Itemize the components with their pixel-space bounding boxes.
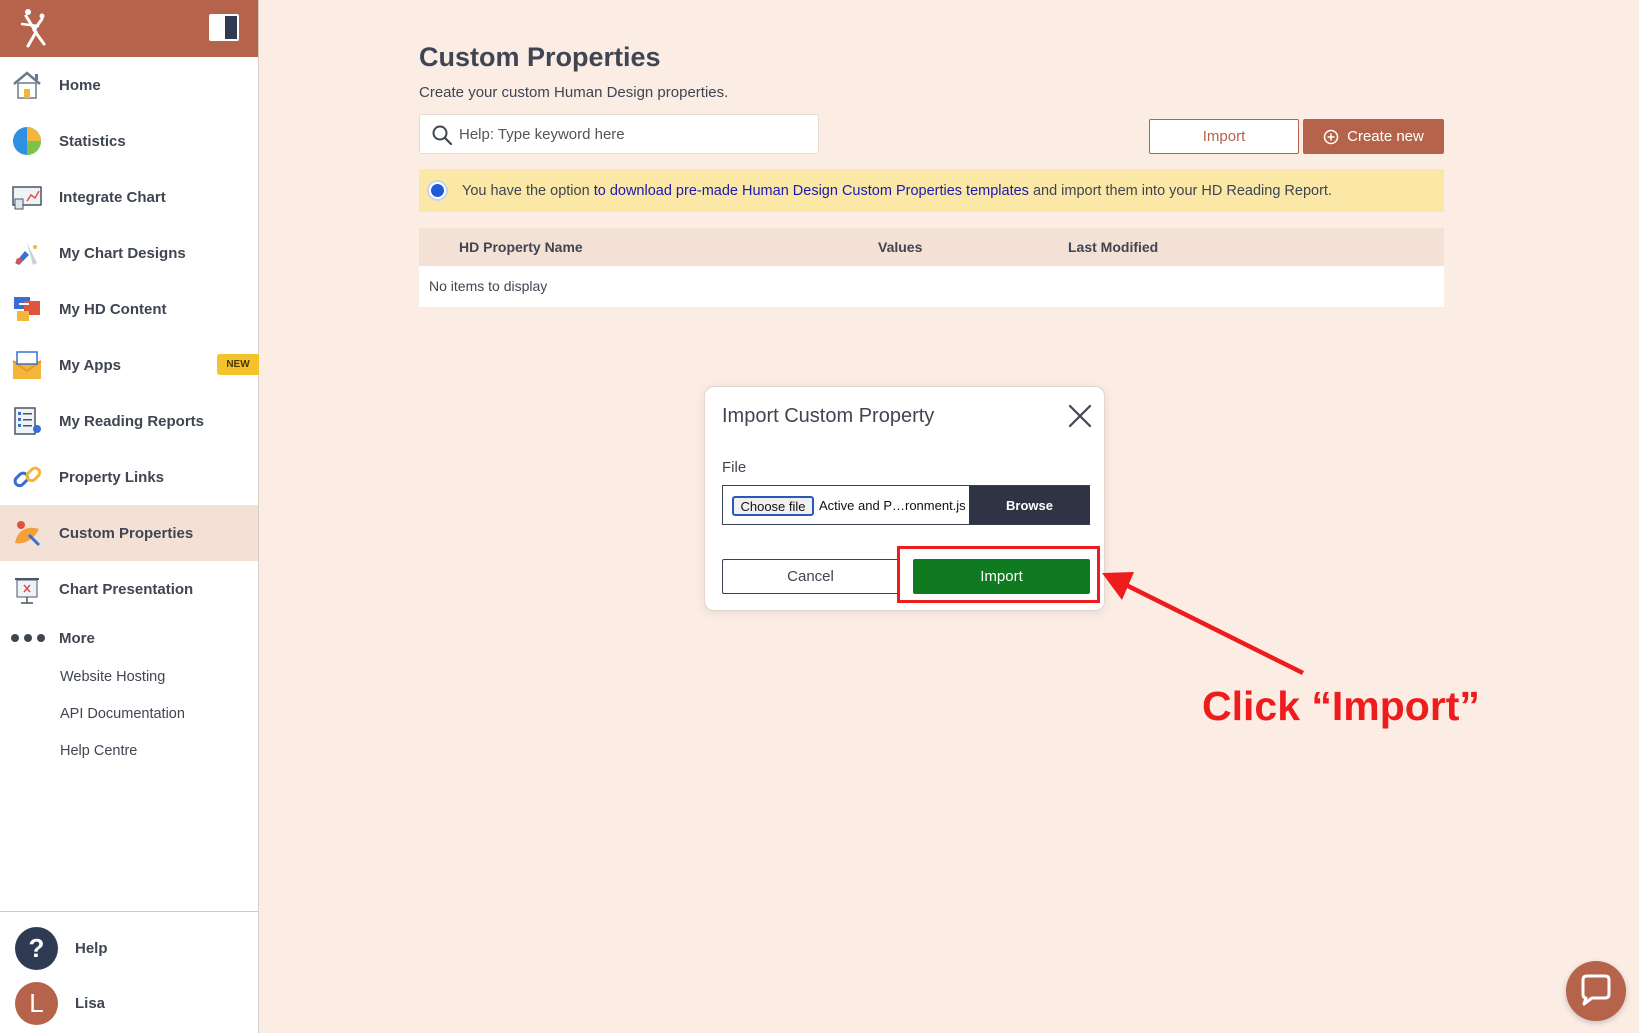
- sidebar-item-my-chart-designs[interactable]: My Chart Designs: [0, 225, 258, 281]
- sidebar-subitem-help-centre[interactable]: Help Centre: [60, 743, 137, 759]
- sidebar-item-label: Property Links: [59, 468, 165, 486]
- annotation-highlight-box: [897, 546, 1100, 603]
- envelope-apps-icon: [12, 351, 42, 379]
- chain-link-icon: [13, 466, 42, 488]
- templates-download-link[interactable]: to download pre-made Human Design Custom…: [594, 183, 1029, 199]
- sidebar-item-help[interactable]: ? Help: [0, 923, 258, 973]
- sidebar-item-label: My Reading Reports: [59, 412, 205, 430]
- home-icon: [13, 71, 41, 99]
- sidebar-item-home[interactable]: Home: [0, 57, 258, 113]
- sidebar-item-my-apps[interactable]: My Apps NEW: [0, 337, 259, 393]
- table-body: No items to display: [419, 266, 1444, 307]
- sidebar-item-my-hd-content[interactable]: My HD Content: [0, 281, 258, 337]
- sidebar-item-label: Custom Properties: [59, 524, 194, 542]
- column-header-property-name[interactable]: HD Property Name: [459, 239, 583, 255]
- sidebar-toggle-button[interactable]: [209, 14, 239, 41]
- column-header-values[interactable]: Values: [878, 239, 922, 255]
- sidebar-item-label: My Chart Designs: [59, 244, 186, 262]
- cancel-button[interactable]: Cancel: [722, 559, 899, 594]
- sidebar-item-label: My HD Content: [59, 300, 167, 318]
- search-input[interactable]: [459, 115, 809, 153]
- app-logo-icon[interactable]: [14, 6, 54, 50]
- create-new-button[interactable]: Create new: [1303, 119, 1444, 154]
- empty-table-message: No items to display: [429, 278, 548, 294]
- sidebar-item-label: Help: [75, 939, 108, 957]
- sidebar-item-label: Integrate Chart: [59, 188, 166, 206]
- report-list-icon: [14, 407, 41, 435]
- sidebar-item-label: Chart Presentation: [59, 580, 194, 598]
- import-button[interactable]: Import: [1149, 119, 1299, 154]
- choose-file-button[interactable]: Choose file: [732, 496, 814, 516]
- sidebar-item-label: My Apps: [59, 356, 121, 374]
- table-header: HD Property Name Values Last Modified: [419, 228, 1444, 266]
- more-dots-icon: [11, 634, 45, 642]
- sidebar-item-custom-properties[interactable]: Custom Properties: [0, 505, 258, 561]
- sidebar-subitem-website-hosting[interactable]: Website Hosting: [60, 669, 165, 685]
- page-subtitle: Create your custom Human Design properti…: [419, 84, 729, 101]
- info-suffix: and import them into your HD Reading Rep…: [1028, 182, 1332, 199]
- search-box[interactable]: [419, 114, 819, 154]
- new-badge: NEW: [217, 354, 259, 375]
- sidebar-item-user[interactable]: L Lisa: [0, 978, 258, 1028]
- column-header-last-modified[interactable]: Last Modified: [1068, 239, 1158, 255]
- info-radio-icon: [427, 180, 448, 201]
- sidebar-item-property-links[interactable]: Property Links: [0, 449, 258, 505]
- plus-circle-icon: [1323, 129, 1339, 144]
- user-name: Lisa: [75, 994, 106, 1012]
- chat-button[interactable]: [1566, 961, 1626, 1021]
- modal-title: Import Custom Property: [722, 405, 935, 427]
- sidebar-item-more[interactable]: More: [0, 610, 258, 666]
- custom-palette-icon: [15, 521, 41, 547]
- sidebar-item-label: Home: [59, 76, 101, 94]
- sidebar-item-statistics[interactable]: Statistics: [0, 113, 258, 169]
- sidebar-divider: [0, 911, 258, 912]
- sidebar-item-my-reading-reports[interactable]: My Reading Reports: [0, 393, 258, 449]
- sidebar: Home Statistics Integrate Chart My Chart…: [0, 0, 259, 1033]
- info-prefix: You have the option: [462, 182, 594, 199]
- design-tools-icon: [15, 243, 37, 265]
- selected-file-name: Active and P…ronment.js: [819, 498, 966, 513]
- sidebar-subitem-api-documentation[interactable]: API Documentation: [60, 706, 185, 722]
- sidebar-item-label: More: [59, 629, 95, 647]
- presentation-board-icon: [15, 578, 39, 604]
- file-input-row: Choose file Active and P…ronment.js Brow…: [722, 485, 1090, 525]
- sidebar-item-label: Statistics: [59, 132, 126, 150]
- annotation-callout: Click “Import”: [1202, 683, 1480, 729]
- browse-button[interactable]: Browse: [969, 486, 1090, 524]
- monitor-chart-icon: [12, 186, 42, 210]
- sidebar-item-chart-presentation[interactable]: Chart Presentation: [0, 561, 258, 617]
- info-text: You have the option to download pre-made…: [462, 183, 1332, 199]
- create-new-label: Create new: [1347, 128, 1424, 145]
- annotation-arrow-icon: [1102, 572, 1305, 676]
- page-title: Custom Properties: [419, 42, 661, 72]
- help-icon: ?: [15, 926, 58, 970]
- chat-bubble-icon: [1581, 974, 1611, 1006]
- search-icon: [432, 125, 452, 145]
- info-banner: You have the option to download pre-made…: [419, 169, 1444, 212]
- sidebar-header: [0, 0, 258, 57]
- avatar: L: [15, 981, 58, 1025]
- file-label: File: [722, 459, 747, 476]
- content-cards-icon: [14, 297, 40, 321]
- close-icon[interactable]: [1067, 403, 1093, 429]
- sidebar-item-integrate-chart[interactable]: Integrate Chart: [0, 169, 258, 225]
- pie-chart-icon: [13, 127, 41, 155]
